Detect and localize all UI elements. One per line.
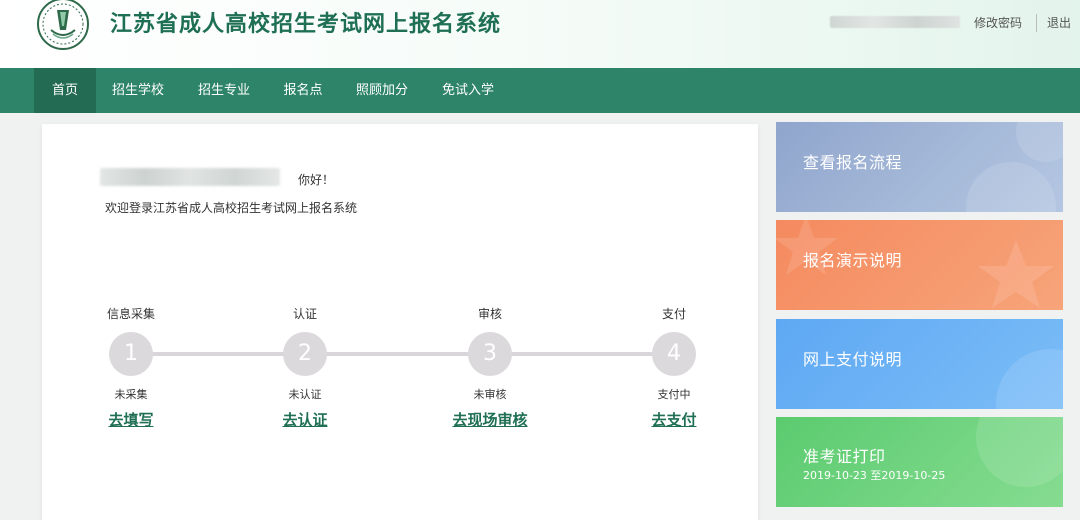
- registration-demo-label: 报名演示说明: [803, 251, 903, 270]
- step-1-title: 信息采集: [106, 307, 155, 321]
- decorative-circle: [976, 417, 1063, 487]
- admission-ticket-dates: 2019-10-23 至2019-10-25: [803, 469, 946, 482]
- step-4-action-link[interactable]: 去支付: [614, 409, 734, 430]
- admission-ticket-print-card[interactable]: 准考证打印 2019-10-23 至2019-10-25: [776, 417, 1063, 507]
- username-blurred: [830, 16, 960, 28]
- decorative-circle: [966, 162, 1056, 212]
- welcome-text: 欢迎登录江苏省成人高校招生考试网上报名系统: [105, 201, 358, 215]
- nav-item-registration-points[interactable]: 报名点: [272, 68, 334, 113]
- progress-track: [130, 352, 675, 356]
- main-nav: 首页 招生学校 招生专业 报名点 照顾加分 免试入学: [0, 68, 1080, 113]
- step-4-title: 支付: [661, 307, 686, 321]
- step-4-status: 支付中: [657, 388, 691, 401]
- header-divider: [1036, 14, 1037, 32]
- step-3-circle: 3: [468, 332, 512, 376]
- logout-link[interactable]: 退出: [1047, 14, 1071, 32]
- admission-ticket-label: 准考证打印: [803, 447, 886, 466]
- greeting-text: 你好！: [298, 173, 335, 187]
- step-1-status: 未采集: [114, 388, 148, 401]
- step-1-circle: 1: [109, 332, 153, 376]
- registration-process-card[interactable]: 查看报名流程: [776, 122, 1063, 212]
- nav-item-majors[interactable]: 招生专业: [186, 68, 262, 113]
- step-3-title: 审核: [477, 307, 502, 321]
- header: 江苏省成人高校招生考试网上报名系统 修改密码 退出: [0, 0, 1080, 68]
- nav-item-home[interactable]: 首页: [34, 68, 96, 113]
- step-3-status: 未审核: [473, 388, 507, 401]
- user-name-blurred: [100, 168, 280, 186]
- step-3-action-link[interactable]: 去现场审核: [430, 409, 550, 430]
- registration-demo-card[interactable]: 报名演示说明: [776, 220, 1063, 310]
- step-2-action-link[interactable]: 去认证: [245, 409, 365, 430]
- step-2-title: 认证: [292, 307, 317, 321]
- change-password-link[interactable]: 修改密码: [974, 14, 1022, 32]
- site-title: 江苏省成人高校招生考试网上报名系统: [110, 12, 502, 37]
- registration-process-label: 查看报名流程: [803, 153, 903, 172]
- online-payment-card[interactable]: 网上支付说明: [776, 319, 1063, 409]
- online-payment-label: 网上支付说明: [803, 350, 903, 369]
- step-4-circle: 4: [652, 332, 696, 376]
- nav-item-exam-exemption[interactable]: 免试入学: [430, 68, 506, 113]
- nav-item-schools[interactable]: 招生学校: [100, 68, 176, 113]
- nav-item-bonus-points[interactable]: 照顾加分: [344, 68, 420, 113]
- step-1-action-link[interactable]: 去填写: [71, 409, 191, 430]
- decorative-circle: [996, 349, 1063, 409]
- step-2-status: 未认证: [288, 388, 322, 401]
- decorative-circle: [1016, 122, 1063, 162]
- school-emblem-logo: [37, 0, 89, 50]
- step-2-circle: 2: [283, 332, 327, 376]
